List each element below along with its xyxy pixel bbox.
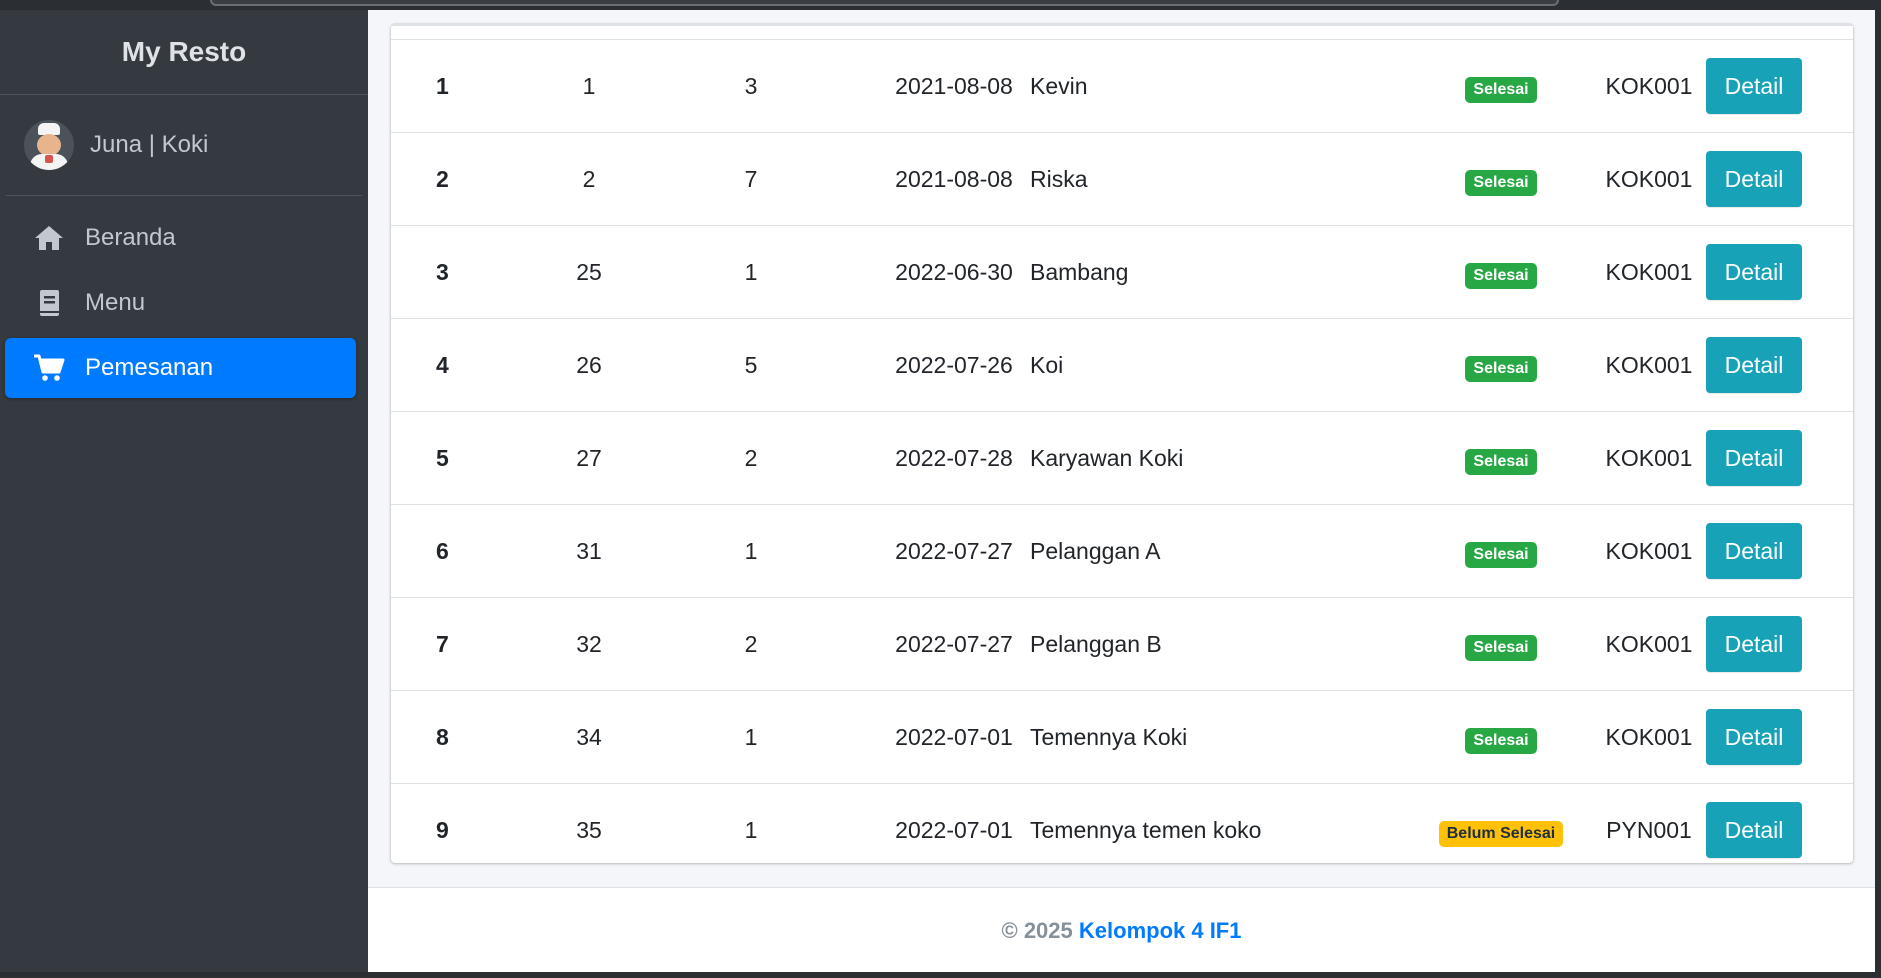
cell-no: 9	[436, 817, 449, 843]
book-icon	[33, 288, 69, 318]
cell-id: 34	[576, 724, 602, 750]
cell-nama: Temennya Koki	[1030, 724, 1188, 750]
sidebar-item-pemesanan[interactable]: Pemesanan	[5, 338, 356, 398]
cell-meja: 7	[744, 166, 758, 192]
cell-id: 25	[576, 259, 602, 285]
detail-button[interactable]: Detail	[1706, 244, 1802, 300]
table-row: 4 26 5 2022-07-26 Koi Selesai KOK001 Det…	[391, 318, 1853, 411]
detail-button[interactable]: Detail	[1706, 523, 1802, 579]
sidebar-item-menu[interactable]: Menu	[5, 273, 356, 333]
cell-no: 5	[436, 445, 449, 471]
detail-button[interactable]: Detail	[1706, 337, 1802, 393]
cell-meja: 5	[744, 352, 758, 378]
status-badge: Belum Selesai	[1438, 820, 1564, 847]
cell-tanggal: 2022-07-27	[895, 538, 1013, 564]
status-badge: Selesai	[1465, 355, 1537, 382]
table-row: 9 35 1 2022-07-01 Temennya temen koko Be…	[391, 783, 1853, 863]
sidebar-nav: Beranda Menu Pemesanan	[0, 196, 368, 398]
detail-button[interactable]: Detail	[1706, 709, 1802, 765]
status-badge: Selesai	[1465, 634, 1537, 661]
cell-no: 2	[436, 166, 449, 192]
cell-nama: Riska	[1030, 166, 1088, 192]
cell-nama: Kevin	[1030, 73, 1088, 99]
footer: © 2025 Kelompok 4 IF1	[368, 887, 1875, 973]
cell-tanggal: 2022-07-26	[895, 352, 1013, 378]
cell-no: 3	[436, 259, 449, 285]
status-badge: Selesai	[1465, 448, 1537, 475]
orders-table-card: 1 1 3 2021-08-08 Kevin Selesai KOK001 De…	[391, 24, 1853, 863]
cell-tanggal: 2021-08-08	[895, 73, 1013, 99]
table-row: 5 27 2 2022-07-28 Karyawan Koki Selesai …	[391, 411, 1853, 504]
cell-id: 35	[576, 817, 602, 843]
cell-id: 32	[576, 631, 602, 657]
detail-button[interactable]: Detail	[1706, 430, 1802, 486]
table-row: 3 25 1 2022-06-30 Bambang Selesai KOK001…	[391, 225, 1853, 318]
cell-no: 7	[436, 631, 449, 657]
sidebar-item-label: Menu	[85, 289, 146, 316]
cell-no: 1	[436, 73, 449, 99]
cell-tanggal: 2022-06-30	[895, 259, 1013, 285]
cell-meja: 3	[744, 73, 758, 99]
cell-meja: 1	[744, 538, 758, 564]
cell-id: 2	[582, 166, 596, 192]
cell-no: 4	[436, 352, 449, 378]
cell-nama: Pelanggan A	[1030, 538, 1161, 564]
detail-button[interactable]: Detail	[1706, 802, 1802, 858]
cell-meja: 2	[744, 631, 758, 657]
cell-nama: Koi	[1030, 352, 1064, 378]
cell-id: 31	[576, 538, 602, 564]
browser-topbar	[0, 0, 1881, 10]
footer-copyright: © 2025	[1001, 918, 1073, 943]
table-row: 7 32 2 2022-07-27 Pelanggan B Selesai KO…	[391, 597, 1853, 690]
cell-no: 8	[436, 724, 449, 750]
cell-nama: Temennya temen koko	[1030, 817, 1262, 843]
sidebar-item-label: Beranda	[85, 224, 176, 251]
brand-title[interactable]: My Resto	[0, 10, 368, 95]
detail-button[interactable]: Detail	[1706, 616, 1802, 672]
cell-tanggal: 2022-07-27	[895, 631, 1013, 657]
status-badge: Selesai	[1465, 76, 1537, 103]
cell-nama: Bambang	[1030, 259, 1129, 285]
status-badge: Selesai	[1465, 727, 1537, 754]
home-icon	[33, 223, 69, 253]
sidebar-item-label: Pemesanan	[85, 354, 214, 381]
table-row: 8 34 1 2022-07-01 Temennya Koki Selesai …	[391, 690, 1853, 783]
cell-id: 26	[576, 352, 602, 378]
window-edge-right	[1875, 0, 1881, 978]
sidebar-item-beranda[interactable]: Beranda	[5, 208, 356, 268]
user-panel: Juna | Koki	[6, 95, 362, 196]
status-badge: Selesai	[1465, 541, 1537, 568]
table-header-edge	[391, 24, 1853, 26]
cell-meja: 1	[744, 817, 758, 843]
table-row: 1 1 3 2021-08-08 Kevin Selesai KOK001 De…	[391, 39, 1853, 132]
cell-tanggal: 2021-08-08	[895, 166, 1013, 192]
window-edge-bottom	[0, 972, 1881, 978]
sidebar: My Resto Juna | Koki Beranda Menu Pemesa…	[0, 10, 368, 972]
cell-nama: Pelanggan B	[1030, 631, 1162, 657]
main-content: 1 1 3 2021-08-08 Kevin Selesai KOK001 De…	[368, 10, 1875, 973]
user-name[interactable]: Juna | Koki	[90, 131, 208, 159]
cell-tanggal: 2022-07-01	[895, 817, 1013, 843]
cell-id: 1	[582, 73, 596, 99]
table-row: 6 31 1 2022-07-27 Pelanggan A Selesai KO…	[391, 504, 1853, 597]
cell-tanggal: 2022-07-01	[895, 724, 1013, 750]
footer-link[interactable]: Kelompok 4 IF1	[1079, 918, 1242, 943]
cell-meja: 1	[744, 724, 758, 750]
cell-tanggal: 2022-07-28	[895, 445, 1013, 471]
detail-button[interactable]: Detail	[1706, 58, 1802, 114]
table-row: 2 2 7 2021-08-08 Riska Selesai KOK001 De…	[391, 132, 1853, 225]
status-badge: Selesai	[1465, 262, 1537, 289]
cell-id: 27	[576, 445, 602, 471]
cell-meja: 1	[744, 259, 758, 285]
cart-icon	[33, 353, 69, 383]
detail-button[interactable]: Detail	[1706, 151, 1802, 207]
cell-nama: Karyawan Koki	[1030, 445, 1184, 471]
status-badge: Selesai	[1465, 169, 1537, 196]
cell-no: 6	[436, 538, 449, 564]
cell-meja: 2	[744, 445, 758, 471]
horizontal-scrollbar[interactable]	[210, 0, 1559, 6]
chef-avatar	[24, 120, 74, 170]
